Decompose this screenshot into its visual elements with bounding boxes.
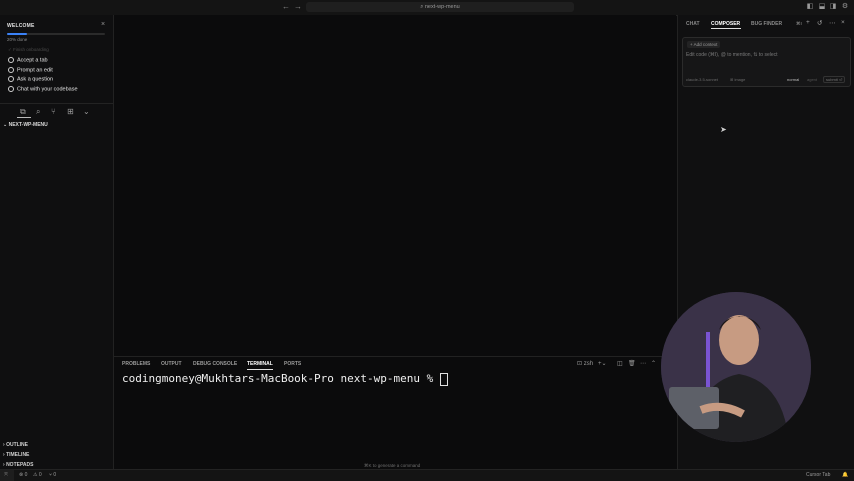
task-accept-tab[interactable]: Accept a tab [8,57,48,63]
task-label: Chat with your codebase [17,86,78,93]
section-label: TIMELINE [6,452,30,458]
bell-icon[interactable]: 🔔 [842,472,848,478]
errors-count[interactable]: ⊗ 0 [19,472,27,478]
tab-ports[interactable]: PORTS [284,361,301,367]
remote-icon: ⤧ [4,472,9,478]
circle-icon [8,67,14,73]
tab-debug-console[interactable]: DEBUG CONSOLE [193,361,237,367]
task-label: Prompt an edit [17,67,53,74]
secondary-sidebar-icon[interactable]: ◨ [829,3,837,11]
tab-composer[interactable]: COMPOSER [711,21,740,27]
add-context-button[interactable]: + Add context [687,41,721,48]
more-icon[interactable]: ⋯ [829,19,836,27]
section-timeline[interactable]: › TIMELINE [3,452,29,458]
trash-icon[interactable]: 🗑 [628,360,636,367]
image-button[interactable]: ⊞ image [730,77,745,82]
task-label: Accept a tab [17,57,48,64]
cursor-tab-status[interactable]: Cursor Tab [806,472,830,478]
close-icon[interactable]: × [841,19,845,26]
primary-sidebar: WELCOME × 20% done ✓ Finish onboarding A… [0,15,114,469]
task-label: Ask a question [17,76,54,83]
chevron-down-icon[interactable]: ⌄ [83,107,90,116]
section-notepads[interactable]: › NOTEPADS [3,462,33,468]
composer-placeholder[interactable]: Edit code (⌘I), @ to mention, ⇅ to selec… [686,52,778,58]
bottom-panel: PROBLEMS OUTPUT DEBUG CONSOLE TERMINAL P… [114,356,676,470]
new-terminal-icon[interactable]: +⌄ [598,360,607,367]
submit-button[interactable]: submit ⏎ [823,76,846,83]
search-icon[interactable]: ⌕ [36,107,40,117]
plus-icon[interactable]: + [806,19,810,26]
composer-input-box[interactable]: + Add context Edit code (⌘I), @ to menti… [682,37,851,87]
close-icon[interactable]: × [101,21,105,28]
terminal-cursor [439,372,448,386]
terminal-icon[interactable]: ⊡ zsh [577,360,593,367]
progress-label: 20% done [7,37,28,42]
tab-terminal[interactable]: TERMINAL [247,361,273,367]
folder-label: NEXT-WP-MENU [8,122,48,128]
section-label: OUTLINE [6,442,29,448]
tab-problems[interactable]: PROBLEMS [122,361,150,367]
sidebar-toggle-icon[interactable]: ◧ [806,3,814,11]
editor-area[interactable] [114,15,676,356]
warnings-count[interactable]: ⚠ 0 [33,472,42,478]
mouse-pointer-icon: ➤ [720,125,727,134]
shell-label: zsh [583,361,594,367]
person-illustration [661,292,811,442]
ports-count[interactable]: ⑂ 0 [49,472,56,478]
arrow-left-icon[interactable]: ← [282,2,290,11]
history-icon[interactable]: ↺ [817,19,822,27]
circle-icon [8,57,14,63]
task-ask-question[interactable]: Ask a question [8,76,53,82]
more-icon[interactable]: ⋯ [640,360,646,367]
divider [0,103,113,104]
active-tab-indicator [247,369,273,370]
task-chat-codebase[interactable]: Chat with your codebase [8,86,78,92]
chevron-up-icon[interactable]: ⌃ [651,360,656,367]
tab-chat[interactable]: CHAT [686,21,700,27]
active-tab-indicator [711,28,741,29]
settings-icon[interactable]: ⚙ [841,3,849,11]
welcome-title: WELCOME [7,23,35,29]
section-outline[interactable]: › OUTLINE [3,442,28,448]
active-tab-indicator [17,117,31,118]
command-search-bar[interactable]: ⌕ next-wp-menu [306,2,574,12]
files-icon[interactable]: ⧉ [20,107,26,117]
panel-toggle-icon[interactable]: ⬓ [818,3,826,11]
folder-next-wp-menu[interactable]: ⌄ NEXT-WP-MENU [3,122,48,128]
extensions-icon[interactable]: ⊞ [67,107,74,116]
remote-indicator[interactable]: ⤧ [0,470,14,481]
webcam-overlay [661,292,811,442]
progress-fill [7,33,27,35]
model-selector[interactable]: claude-3.5-sonnet [686,77,718,82]
status-bar: ⤧ ⊗ 0 ⚠ 0 ⑂ 0 Cursor Tab 🔔 [0,469,854,481]
task-prompt-edit[interactable]: Prompt an edit [8,67,53,73]
arrow-right-icon[interactable]: → [294,2,302,11]
mode-agent[interactable]: agent [807,77,817,82]
terminal-prompt-line[interactable]: codingmoney@Mukhtars-MacBook-Pro next-wp… [122,372,448,386]
circle-icon [8,76,14,82]
split-terminal-icon[interactable]: ◫ [617,360,623,367]
mode-normal[interactable]: normal [787,77,799,82]
section-label: NOTEPADS [6,462,34,468]
circle-icon [8,86,14,92]
terminal-prompt: codingmoney@Mukhtars-MacBook-Pro next-wp… [122,372,440,385]
completed-onboarding-item: ✓ Finish onboarding [8,47,49,52]
source-control-icon[interactable]: ⑂ [51,107,56,116]
tab-bug-finder[interactable]: BUG FINDER [751,21,782,27]
shortcut-label: ⌘I [796,21,802,26]
tab-output[interactable]: OUTPUT [161,361,182,367]
title-bar: ← → ⌕ next-wp-menu ◧ ⬓ ◨ ⚙ [0,0,854,16]
